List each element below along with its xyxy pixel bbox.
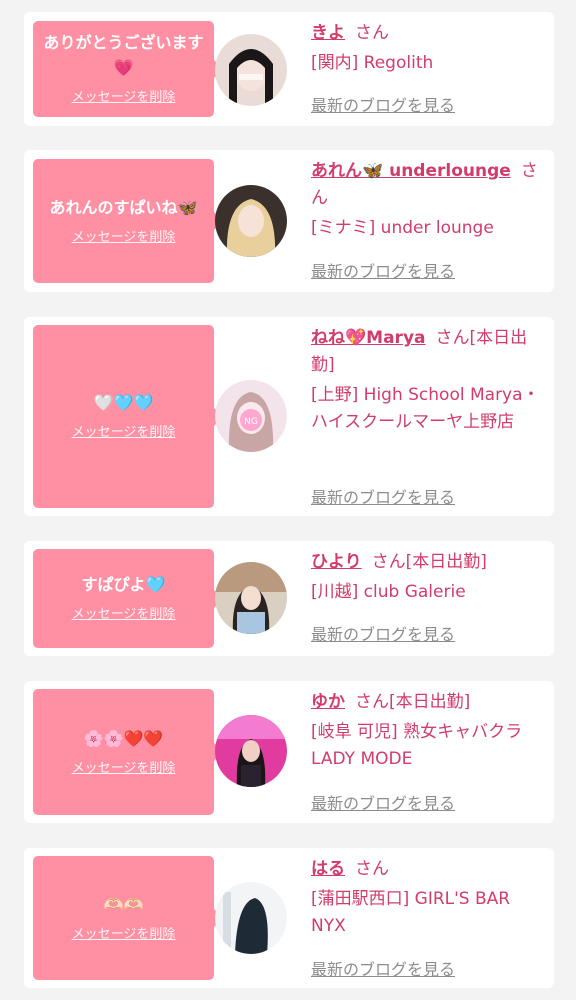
message-bubble: 🌸🌸❤️❤️ メッセージを削除 <box>33 689 223 815</box>
message-card: 🫶🏻🫶🏻 メッセージを削除 はる さん [蒲田駅西口] GIRL'S BAR NY… <box>24 848 554 988</box>
girl-info: きよ さん [関内] Regolith <box>311 20 547 77</box>
shop-name: [岐阜 可児] 熟女キャバクラ LADY MODE <box>311 722 523 769</box>
message-bubble: あれんのすぱいね🦋 メッセージを削除 <box>33 159 223 283</box>
delete-message-link[interactable]: メッセージを削除 <box>72 759 176 779</box>
girl-info: ひより さん[本日出勤] [川越] club Galerie <box>311 549 547 606</box>
message-card: ありがとうございます💗 メッセージを削除 きよ さん [関内] Regolith … <box>24 12 554 126</box>
latest-blog-link[interactable]: 最新のブログを見る <box>311 92 455 116</box>
latest-blog-link[interactable]: 最新のブログを見る <box>311 790 455 814</box>
san-suffix: さん <box>371 552 406 572</box>
message-text: 🤍🩵🩵 <box>93 393 154 412</box>
girl-info: ねね💖Marya さん[本日出勤] [上野] High School Marya・… <box>311 325 547 436</box>
message-bubble: ありがとうございます💗 メッセージを削除 <box>33 21 223 117</box>
girl-name-link[interactable]: はる <box>311 859 345 879</box>
san-suffix: さん <box>435 328 470 348</box>
san-suffix: さん <box>355 23 389 43</box>
message-bubble: 🤍🩵🩵 メッセージを削除 <box>33 325 223 508</box>
latest-blog-link[interactable]: 最新のブログを見る <box>311 258 455 282</box>
delete-message-link[interactable]: メッセージを削除 <box>72 925 176 945</box>
message-text: 🌸🌸❤️❤️ <box>83 728 164 748</box>
shop-name: [関内] Regolith <box>311 53 434 73</box>
delete-message-link[interactable]: メッセージを削除 <box>72 423 176 443</box>
message-text: ありがとうございます💗 <box>43 33 204 77</box>
on-duty-badge: [本日出勤] <box>389 692 471 712</box>
avatar[interactable] <box>215 34 287 106</box>
message-text: あれんのすぱいね🦋 <box>49 197 198 217</box>
girl-name-link[interactable]: ゆか <box>311 692 345 712</box>
girl-info: はる さん [蒲田駅西口] GIRL'S BAR NYX <box>311 856 547 940</box>
shop-name: [上野] High School Marya・ハイスクールマーヤ上野店 <box>311 385 540 432</box>
message-card: すぱぴよ🩵 メッセージを削除 ひより さん[本日出勤] [川越] club Gal… <box>24 541 554 656</box>
avatar[interactable] <box>215 882 287 954</box>
shop-name: [ミナミ] under lounge <box>311 218 494 238</box>
avatar[interactable] <box>215 185 287 257</box>
message-card: 🤍🩵🩵 メッセージを削除 NG ねね💖Marya さん[本日出勤] [上野] Hi… <box>24 317 554 516</box>
message-text: 🫶🏻🫶🏻 <box>103 894 144 914</box>
girl-info: ゆか さん[本日出勤] [岐阜 可児] 熟女キャバクラ LADY MODE <box>311 689 547 773</box>
girl-name-link[interactable]: ひより <box>311 552 362 572</box>
on-duty-badge: [本日出勤] <box>405 552 487 572</box>
avatar[interactable] <box>215 715 287 787</box>
girl-name-link[interactable]: ねね💖Marya <box>311 328 426 348</box>
girl-name-link[interactable]: きよ <box>311 23 345 43</box>
delete-message-link[interactable]: メッセージを削除 <box>72 88 176 108</box>
svg-text:NG: NG <box>244 417 258 427</box>
avatar[interactable] <box>215 562 287 634</box>
message-bubble: すぱぴよ🩵 メッセージを削除 <box>33 549 223 648</box>
shop-name: [蒲田駅西口] GIRL'S BAR NYX <box>311 889 511 936</box>
delete-message-link[interactable]: メッセージを削除 <box>72 605 176 625</box>
message-bubble: 🫶🏻🫶🏻 メッセージを削除 <box>33 856 223 980</box>
message-list: ありがとうございます💗 メッセージを削除 きよ さん [関内] Regolith … <box>0 0 576 1000</box>
latest-blog-link[interactable]: 最新のブログを見る <box>311 621 455 645</box>
message-text: すぱぴよ🩵 <box>81 575 166 594</box>
latest-blog-link[interactable]: 最新のブログを見る <box>311 956 455 980</box>
delete-message-link[interactable]: メッセージを削除 <box>72 228 176 248</box>
message-card: あれんのすぱいね🦋 メッセージを削除 あれん🦋 underlounge さん [ミ… <box>24 150 554 292</box>
girl-name-link[interactable]: あれん🦋 underlounge <box>311 161 511 181</box>
san-suffix: さん <box>355 859 389 879</box>
message-card: 🌸🌸❤️❤️ メッセージを削除 ゆか さん[本日出勤] [岐阜 可児] 熟女キャバ… <box>24 681 554 823</box>
shop-name: [川越] club Galerie <box>311 582 466 602</box>
girl-info: あれん🦋 underlounge さん [ミナミ] under lounge <box>311 158 547 242</box>
latest-blog-link[interactable]: 最新のブログを見る <box>311 484 455 508</box>
avatar[interactable]: NG <box>215 380 287 452</box>
san-suffix: さん <box>355 692 389 712</box>
